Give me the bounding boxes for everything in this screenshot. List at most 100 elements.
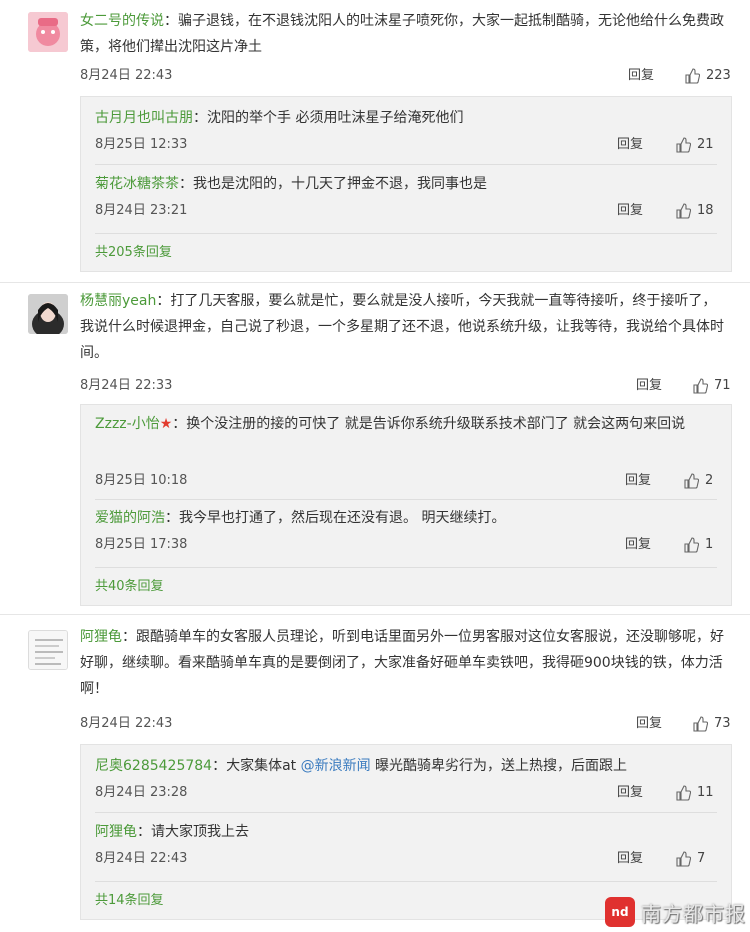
divider bbox=[0, 614, 750, 615]
comment-text: 打了几天客服，要么就是忙，要么就是没人接听，今天我就一直等待接听，终于接听了，我… bbox=[80, 293, 724, 361]
reply-button[interactable]: 回复 bbox=[617, 133, 643, 157]
reply-body: 爱猫的阿浩：我今早也打通了，然后现在还没有退。 明天继续打。 bbox=[95, 510, 506, 526]
comment-thread: 杨慧丽yeah：打了几天客服，要么就是忙，要么就是没人接听，今天我就一直等待接听… bbox=[0, 284, 750, 614]
comment-body: 女二号的传说：骗子退钱，在不退钱沈阳人的吐沫星子喷死你，大家一起抵制酷骑，无论他… bbox=[80, 13, 724, 55]
like-button[interactable]: 2 bbox=[683, 469, 713, 493]
username[interactable]: 菊花冰糖茶茶 bbox=[95, 176, 179, 192]
timestamp: 8月24日 23:28 bbox=[95, 785, 188, 800]
reply-meta: 8月24日 23:28 回复 11 bbox=[95, 781, 719, 805]
timestamp: 8月24日 22:33 bbox=[80, 378, 173, 393]
watermark: nd 南方都市报 bbox=[605, 894, 746, 930]
username[interactable]: 女二号的传说 bbox=[80, 13, 164, 29]
username[interactable]: 爱猫的阿浩 bbox=[95, 510, 165, 526]
like-button[interactable]: 21 bbox=[675, 133, 714, 157]
thumbs-up-icon bbox=[693, 716, 708, 732]
watermark-text: 南方都市报 bbox=[641, 901, 746, 926]
thumbs-up-icon bbox=[676, 137, 691, 153]
like-count: 223 bbox=[706, 68, 731, 83]
reply-meta: 8月25日 17:38 回复 1 bbox=[95, 533, 719, 557]
like-count: 21 bbox=[697, 137, 714, 152]
comment-meta: 8月24日 22:43 回复 223 bbox=[80, 64, 732, 88]
reply-meta: 8月25日 12:33 回复 21 bbox=[95, 133, 719, 157]
reply-button[interactable]: 回复 bbox=[636, 374, 662, 398]
reply-button[interactable]: 回复 bbox=[625, 469, 651, 493]
like-button[interactable]: 1 bbox=[683, 533, 713, 557]
reply-list: 古月月也叫古朋：沈阳的举个手 必须用吐沫星子给淹死他们 8月25日 12:33 … bbox=[80, 96, 732, 272]
thumbs-up-icon bbox=[693, 378, 708, 394]
reply-item: Zzzz-小怡★：换个没注册的接的可快了 就是告诉你系统升级联系技术部门了 就会… bbox=[95, 405, 717, 497]
avatar[interactable] bbox=[28, 12, 68, 52]
reply-text: 我今早也打通了，然后现在还没有退。 明天继续打。 bbox=[179, 510, 506, 526]
reply-list: Zzzz-小怡★：换个没注册的接的可快了 就是告诉你系统升级联系技术部门了 就会… bbox=[80, 404, 732, 606]
reply-button[interactable]: 回复 bbox=[628, 64, 654, 88]
like-count: 73 bbox=[714, 716, 731, 731]
reply-body: 古月月也叫古朋：沈阳的举个手 必须用吐沫星子给淹死他们 bbox=[95, 110, 464, 126]
show-more-replies-link[interactable]: 共205条回复 bbox=[95, 241, 172, 265]
like-button[interactable]: 18 bbox=[675, 199, 714, 223]
reply-text: 我也是沈阳的，十几天了押金不退，我同事也是 bbox=[193, 176, 487, 192]
show-more-replies-link[interactable]: 共14条回复 bbox=[95, 889, 164, 913]
divider bbox=[95, 881, 717, 882]
timestamp: 8月25日 17:38 bbox=[95, 537, 188, 552]
divider bbox=[95, 233, 717, 234]
comment-thread: 阿狸龟：跟酷骑单车的女客服人员理论，听到电话里面另外一位男客服对这位女客服说，还… bbox=[0, 616, 750, 932]
reply-button[interactable]: 回复 bbox=[636, 712, 662, 736]
like-button[interactable]: 11 bbox=[675, 781, 714, 805]
reply-body: 尼奥6285425784：大家集体at @新浪新闻 曝光酷骑卑劣行为，送上热搜，… bbox=[95, 758, 628, 774]
avatar[interactable] bbox=[28, 294, 68, 334]
username[interactable]: 尼奥6285425784 bbox=[95, 758, 212, 774]
comment-text: 跟酷骑单车的女客服人员理论，听到电话里面另外一位男客服对这位女客服说，还没聊够呢… bbox=[80, 629, 724, 697]
comment-meta: 8月24日 22:43 回复 73 bbox=[80, 712, 732, 736]
reply-button[interactable]: 回复 bbox=[617, 199, 643, 223]
username[interactable]: 阿狸龟 bbox=[95, 824, 137, 840]
divider bbox=[0, 282, 750, 283]
username[interactable]: Zzzz-小怡 bbox=[95, 416, 160, 432]
like-count: 71 bbox=[714, 378, 731, 393]
thumbs-up-icon bbox=[684, 473, 699, 489]
star-badge-icon: ★ bbox=[159, 416, 173, 432]
timestamp: 8月24日 22:43 bbox=[95, 851, 188, 866]
reply-text: 请大家顶我上去 bbox=[151, 824, 249, 840]
username[interactable]: 古月月也叫古朋 bbox=[95, 110, 193, 126]
reply-button[interactable]: 回复 bbox=[617, 781, 643, 805]
reply-body: 阿狸龟：请大家顶我上去 bbox=[95, 824, 249, 840]
thumbs-up-icon bbox=[684, 537, 699, 553]
like-button[interactable]: 71 bbox=[692, 374, 731, 398]
like-count: 11 bbox=[697, 785, 714, 800]
comment-meta: 8月24日 22:33 回复 71 bbox=[80, 374, 732, 398]
reply-item: 阿狸龟：请大家顶我上去 8月24日 22:43 回复 7 bbox=[95, 813, 717, 879]
like-count: 1 bbox=[705, 537, 714, 552]
thumbs-up-icon bbox=[676, 203, 691, 219]
like-button[interactable]: 223 bbox=[684, 64, 731, 88]
reply-body: 菊花冰糖茶茶：我也是沈阳的，十几天了押金不退，我同事也是 bbox=[95, 176, 487, 192]
timestamp: 8月24日 22:43 bbox=[80, 68, 173, 83]
reply-text: 沈阳的举个手 必须用吐沫星子给淹死他们 bbox=[207, 110, 464, 126]
timestamp: 8月24日 22:43 bbox=[80, 716, 173, 731]
reply-meta: 8月25日 10:18 回复 2 bbox=[95, 469, 719, 493]
like-count: 18 bbox=[697, 203, 714, 218]
reply-meta: 8月24日 23:21 回复 18 bbox=[95, 199, 719, 223]
reply-body: Zzzz-小怡★：换个没注册的接的可快了 就是告诉你系统升级联系技术部门了 就会… bbox=[95, 416, 686, 432]
thumbs-up-icon bbox=[676, 851, 691, 867]
reply-meta: 8月24日 22:43 回复 7 bbox=[95, 847, 719, 871]
divider bbox=[95, 499, 717, 500]
thumbs-up-icon bbox=[676, 785, 691, 801]
timestamp: 8月25日 12:33 bbox=[95, 137, 188, 152]
comment-thread: 女二号的传说：骗子退钱，在不退钱沈阳人的吐沫星子喷死你，大家一起抵制酷骑，无论他… bbox=[0, 0, 750, 280]
reply-item: 爱猫的阿浩：我今早也打通了，然后现在还没有退。 明天继续打。 8月25日 17:… bbox=[95, 501, 717, 567]
like-count: 2 bbox=[705, 473, 714, 488]
reply-button[interactable]: 回复 bbox=[625, 533, 651, 557]
reply-text: 换个没注册的接的可快了 就是告诉你系统升级联系技术部门了 就会这两句来回说 bbox=[186, 416, 686, 432]
username[interactable]: 杨慧丽yeah bbox=[80, 293, 156, 309]
reply-item: 尼奥6285425784：大家集体at @新浪新闻 曝光酷骑卑劣行为，送上热搜，… bbox=[95, 745, 717, 811]
comment-body: 阿狸龟：跟酷骑单车的女客服人员理论，听到电话里面另外一位男客服对这位女客服说，还… bbox=[80, 629, 724, 697]
like-button[interactable]: 7 bbox=[675, 847, 705, 871]
reply-item: 菊花冰糖茶茶：我也是沈阳的，十几天了押金不退，我同事也是 8月24日 23:21… bbox=[95, 165, 717, 231]
like-button[interactable]: 73 bbox=[692, 712, 731, 736]
avatar[interactable] bbox=[28, 630, 68, 670]
reply-button[interactable]: 回复 bbox=[617, 847, 643, 871]
show-more-replies-link[interactable]: 共40条回复 bbox=[95, 575, 164, 599]
mention-link[interactable]: @新浪新闻 bbox=[301, 758, 371, 774]
reply-item: 古月月也叫古朋：沈阳的举个手 必须用吐沫星子给淹死他们 8月25日 12:33 … bbox=[95, 97, 717, 163]
username[interactable]: 阿狸龟 bbox=[80, 629, 122, 645]
